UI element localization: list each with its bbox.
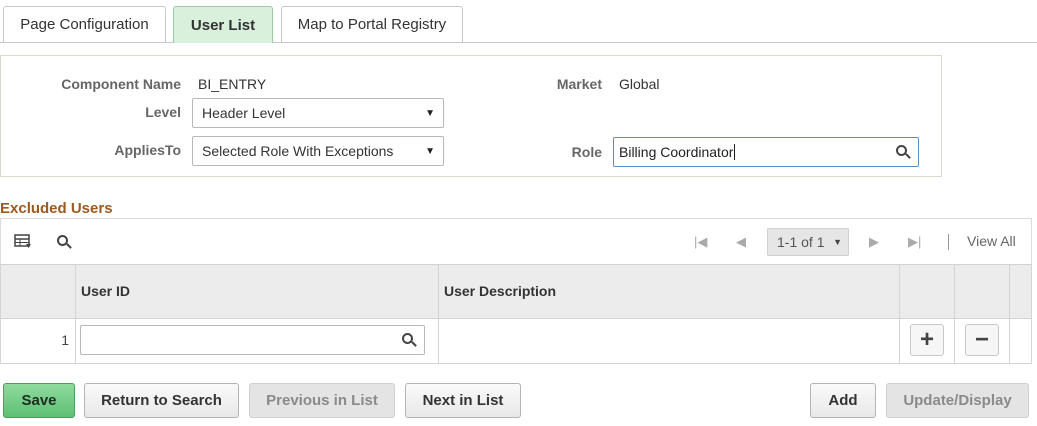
search-icon[interactable] bbox=[402, 333, 413, 344]
next-page-icon[interactable]: ▶ bbox=[869, 234, 879, 250]
return-to-search-button[interactable]: Return to Search bbox=[84, 383, 239, 418]
button-label: Update/Display bbox=[903, 392, 1012, 409]
tab-bar: Page Configuration User List Map to Port… bbox=[0, 0, 1037, 43]
role-label: Role bbox=[571, 144, 602, 160]
column-divider bbox=[1009, 265, 1010, 363]
button-label: Add bbox=[828, 392, 858, 409]
dropdown-arrow-icon: ▼ bbox=[425, 146, 435, 157]
component-name-label: Component Name bbox=[61, 76, 181, 92]
row-range-select[interactable]: 1-1 of 1 ▼ bbox=[767, 228, 849, 256]
component-header-panel: Component Name BI_ENTRY Market Global Le… bbox=[0, 55, 942, 177]
applies-to-select-value: Selected Role With Exceptions bbox=[202, 143, 394, 159]
excluded-users-title: Excluded Users bbox=[0, 200, 113, 217]
role-input-value: Billing Coordinator bbox=[619, 144, 734, 160]
column-divider bbox=[438, 265, 439, 363]
dropdown-arrow-icon: ▼ bbox=[425, 108, 435, 119]
column-divider bbox=[954, 265, 955, 363]
row-range-value: 1-1 of 1 bbox=[777, 234, 825, 250]
text-caret bbox=[734, 144, 736, 160]
column-header-user-id: User ID bbox=[81, 283, 131, 299]
tab-map-to-portal-registry[interactable]: Map to Portal Registry bbox=[281, 6, 463, 42]
add-row-button[interactable]: + bbox=[910, 324, 944, 356]
tab-page-configuration[interactable]: Page Configuration bbox=[3, 6, 166, 42]
save-button[interactable]: Save bbox=[3, 383, 75, 418]
delete-row-button[interactable]: − bbox=[965, 324, 999, 356]
level-label: Level bbox=[145, 104, 181, 120]
pager-separator bbox=[948, 234, 949, 250]
minus-icon: − bbox=[974, 326, 989, 353]
find-in-grid-search-icon[interactable] bbox=[57, 235, 68, 246]
column-divider bbox=[899, 265, 900, 363]
next-in-list-button[interactable]: Next in List bbox=[405, 383, 521, 418]
applies-to-label: AppliesTo bbox=[114, 142, 181, 158]
dropdown-arrow-icon: ▼ bbox=[833, 237, 842, 247]
plus-icon: + bbox=[919, 326, 934, 353]
button-label: Save bbox=[21, 392, 57, 409]
tab-user-list[interactable]: User List bbox=[173, 6, 273, 43]
role-input[interactable]: Billing Coordinator bbox=[613, 137, 919, 167]
component-name-value: BI_ENTRY bbox=[198, 76, 267, 92]
previous-in-list-button[interactable]: Previous in List bbox=[249, 383, 395, 418]
market-value: Global bbox=[619, 76, 660, 92]
grid-toolbar: |◀ ◀ 1-1 of 1 ▼ ▶ ▶| View All bbox=[0, 218, 1032, 265]
grid-header-row: User ID User Description bbox=[1, 265, 1031, 319]
level-select[interactable]: Header Level ▼ bbox=[192, 98, 444, 128]
last-page-icon[interactable]: ▶| bbox=[908, 234, 921, 250]
first-page-icon[interactable]: |◀ bbox=[694, 234, 707, 250]
button-label: Previous in List bbox=[266, 392, 378, 409]
tab-label: User List bbox=[190, 16, 256, 34]
update-display-button[interactable]: Update/Display bbox=[886, 383, 1029, 418]
button-label: Return to Search bbox=[101, 392, 222, 409]
previous-page-icon[interactable]: ◀ bbox=[736, 234, 746, 250]
market-label: Market bbox=[556, 76, 602, 92]
level-select-value: Header Level bbox=[202, 105, 286, 121]
search-icon[interactable] bbox=[896, 145, 907, 156]
column-divider bbox=[75, 265, 76, 363]
applies-to-select[interactable]: Selected Role With Exceptions ▼ bbox=[192, 136, 444, 166]
tab-label: Page Configuration bbox=[20, 16, 149, 33]
button-label: Next in List bbox=[422, 392, 504, 409]
grid-personalize-icon[interactable] bbox=[14, 234, 32, 249]
add-button[interactable]: Add bbox=[810, 383, 876, 418]
tab-label: Map to Portal Registry bbox=[297, 16, 447, 33]
tab-bar-divider bbox=[0, 42, 1037, 43]
user-id-input[interactable] bbox=[80, 325, 425, 355]
row-number: 1 bbox=[61, 332, 69, 348]
view-all-link[interactable]: View All bbox=[967, 233, 1016, 249]
excluded-users-grid: User ID User Description 1 + − bbox=[0, 264, 1032, 364]
column-header-user-description: User Description bbox=[444, 283, 557, 299]
